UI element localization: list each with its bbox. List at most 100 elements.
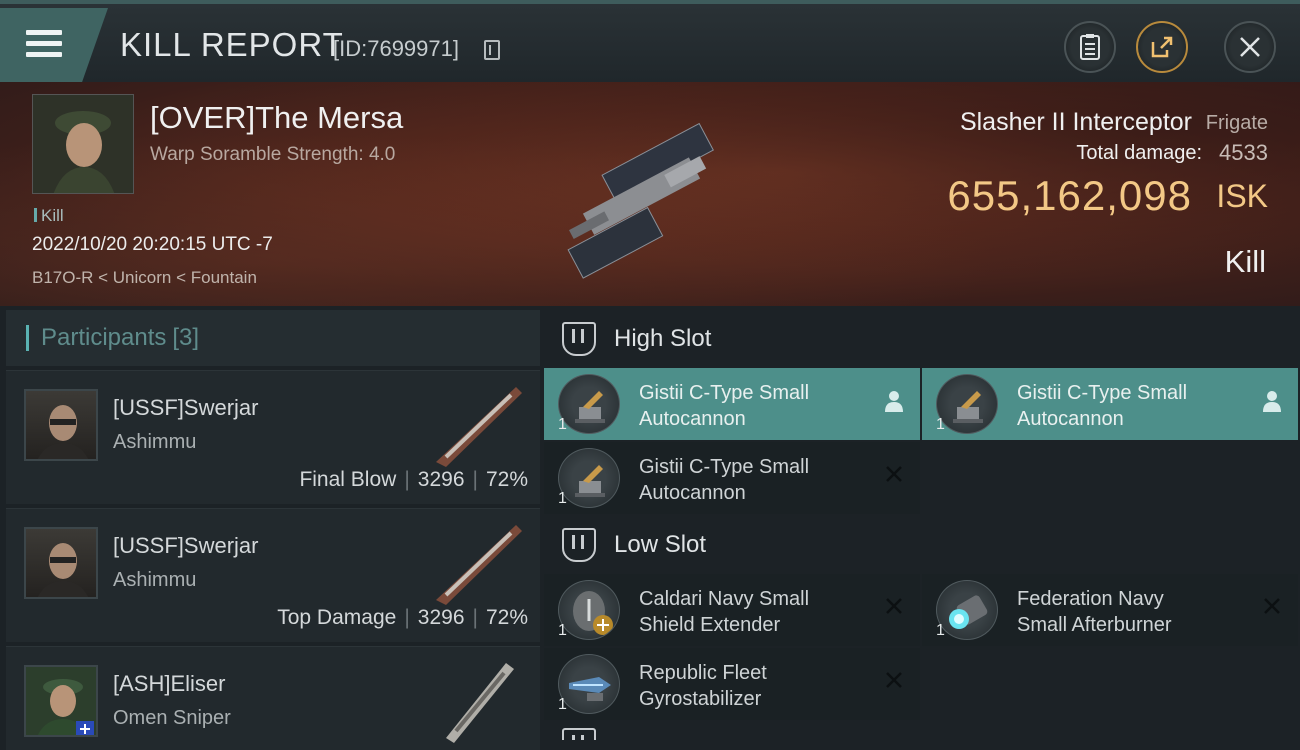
victim-subtitle: Warp Soramble Strength: 4.0 — [150, 144, 396, 165]
module-name-line2: Autocannon — [1017, 408, 1124, 430]
module-name: Caldari Navy Small Shield Extender — [639, 586, 869, 638]
module-item[interactable]: 1 Federation Navy Small Afterburner — [922, 574, 1298, 646]
participant-card[interactable]: [USSF]Swerjar Ashimmu Final Blow | 3296 … — [6, 370, 540, 504]
participant-ship: Omen Sniper — [113, 707, 231, 729]
module-quantity: 1 — [936, 622, 945, 639]
high-slot-icon — [562, 322, 596, 356]
kill-datetime: 2022/10/20 20:20:15 UTC -7 — [32, 234, 273, 255]
module-name-line1: Caldari Navy Small — [639, 588, 810, 610]
shield-extender-icon — [558, 580, 620, 640]
participant-role: Final Blow — [299, 468, 397, 491]
participant-ship: Ashimmu — [113, 431, 197, 453]
module-row: 1 Caldari Navy Small Shield Extender 1 F… — [544, 574, 1300, 646]
participant-stats: Final Blow | 3296 | 72% — [299, 468, 528, 492]
participant-name[interactable]: [USSF]Swerjar — [113, 395, 258, 421]
module-item[interactable]: 1 Republic Fleet Gyrostabilizer — [544, 648, 920, 720]
module-name-line2: Autocannon — [639, 482, 746, 504]
kill-tag: Kill — [34, 206, 64, 226]
total-damage-label: Total damage: — [1076, 142, 1202, 164]
report-id: [ID:7699971] — [333, 36, 459, 61]
participant-avatar[interactable] — [24, 665, 98, 737]
isk-value: 655,162,098 — [947, 172, 1192, 219]
mid-slot-header-peek — [544, 722, 1300, 740]
copy-id-icon[interactable] — [484, 40, 500, 60]
fittings-panel: High Slot 1 Gistii C-Type Small Autocann… — [544, 310, 1300, 750]
participant-role: Top Damage — [277, 606, 397, 629]
ship-name[interactable]: Slasher II Interceptor — [960, 108, 1192, 137]
module-item[interactable]: 1 Gistii C-Type Small Autocannon — [544, 368, 920, 440]
participant-avatar[interactable] — [24, 389, 98, 461]
x-icon — [882, 596, 906, 620]
participant-ship-image — [436, 387, 522, 467]
participant-ship: Ashimmu — [113, 569, 197, 591]
participants-count: [3] — [172, 324, 200, 351]
participant-card[interactable]: [ASH]Eliser Omen Sniper — [6, 646, 540, 750]
module-name-line2: Autocannon — [639, 408, 746, 430]
clipboard-icon — [1080, 34, 1100, 60]
top-bar: KILL REPORT [ID:7699971] — [0, 0, 1300, 82]
header-accent — [26, 325, 29, 351]
participant-percent: 72% — [485, 606, 528, 629]
module-name: Republic Fleet Gyrostabilizer — [639, 660, 869, 712]
module-row: 1 Republic Fleet Gyrostabilizer — [544, 648, 1300, 720]
participant-ship-image — [446, 663, 514, 743]
high-slot-title: High Slot — [614, 325, 712, 352]
module-item[interactable]: 1 Gistii C-Type Small Autocannon — [922, 368, 1298, 440]
share-button[interactable] — [1136, 21, 1188, 73]
clipboard-button[interactable] — [1064, 21, 1116, 73]
participant-name[interactable]: [USSF]Swerjar — [113, 533, 258, 559]
high-slot-header: High Slot — [544, 310, 1300, 368]
participant-name[interactable]: [ASH]Eliser — [113, 671, 225, 697]
x-icon — [1260, 596, 1284, 620]
module-name-line2: Shield Extender — [639, 614, 781, 636]
hamburger-icon — [26, 30, 62, 58]
autocannon-icon — [558, 448, 620, 508]
kill-location[interactable]: B17O-R < Unicorn < Fountain — [32, 268, 257, 288]
low-slot-header: Low Slot — [544, 516, 1300, 574]
participant-damage: 3296 — [417, 606, 465, 629]
person-icon — [882, 390, 906, 414]
module-name: Gistii C-Type Small Autocannon — [639, 380, 869, 432]
module-name: Gistii C-Type Small Autocannon — [1017, 380, 1247, 432]
kill-banner: [OVER]The Mersa Warp Soramble Strength: … — [0, 82, 1300, 306]
close-button[interactable] — [1224, 21, 1276, 73]
module-quantity: 1 — [558, 416, 567, 433]
module-row: 1 Gistii C-Type Small Autocannon 1 Gisti… — [544, 368, 1300, 440]
participant-ship-image — [436, 525, 522, 605]
module-item[interactable]: 1 Caldari Navy Small Shield Extender — [544, 574, 920, 646]
module-name: Gistii C-Type Small Autocannon — [639, 454, 869, 506]
module-quantity: 1 — [558, 490, 567, 507]
participant-stats: Top Damage | 3296 | 72% — [277, 606, 528, 630]
stat-separator: | — [472, 468, 478, 491]
total-damage-value: 4533 — [1219, 140, 1268, 165]
page-title: KILL REPORT — [120, 26, 344, 63]
module-name-line1: Republic Fleet — [639, 662, 767, 684]
module-name: Federation Navy Small Afterburner — [1017, 586, 1247, 638]
module-name-line1: Gistii C-Type Small — [639, 456, 810, 478]
participant-card[interactable]: [USSF]Swerjar Ashimmu Top Damage | 3296 … — [6, 508, 540, 642]
victim-ship-image[interactable] — [520, 102, 770, 282]
module-item[interactable]: 1 Gistii C-Type Small Autocannon — [544, 442, 920, 514]
participant-avatar[interactable] — [24, 527, 98, 599]
menu-button[interactable] — [0, 8, 108, 82]
participants-label: Participants — [41, 324, 167, 351]
low-slot-title: Low Slot — [614, 531, 707, 558]
module-quantity: 1 — [558, 622, 567, 639]
portrait-icon — [33, 95, 133, 193]
module-name-line2: Gyrostabilizer — [639, 688, 762, 710]
x-icon — [882, 670, 906, 694]
module-name-line1: Gistii C-Type Small — [639, 382, 810, 404]
share-icon — [1151, 36, 1173, 58]
participants-panel: Participants [3] [USSF]Swerjar Ashimmu F… — [6, 310, 540, 750]
victim-avatar[interactable] — [32, 94, 134, 194]
participant-percent: 72% — [485, 468, 528, 491]
stat-separator: | — [404, 468, 410, 491]
victim-name[interactable]: [OVER]The Mersa — [150, 100, 403, 136]
module-quantity: 1 — [936, 416, 945, 433]
close-icon — [1240, 37, 1260, 57]
person-icon — [1260, 390, 1284, 414]
low-slot-icon — [562, 528, 596, 562]
module-name-line1: Gistii C-Type Small — [1017, 382, 1188, 404]
autocannon-icon — [558, 374, 620, 434]
participants-header: Participants [3] — [6, 310, 540, 366]
